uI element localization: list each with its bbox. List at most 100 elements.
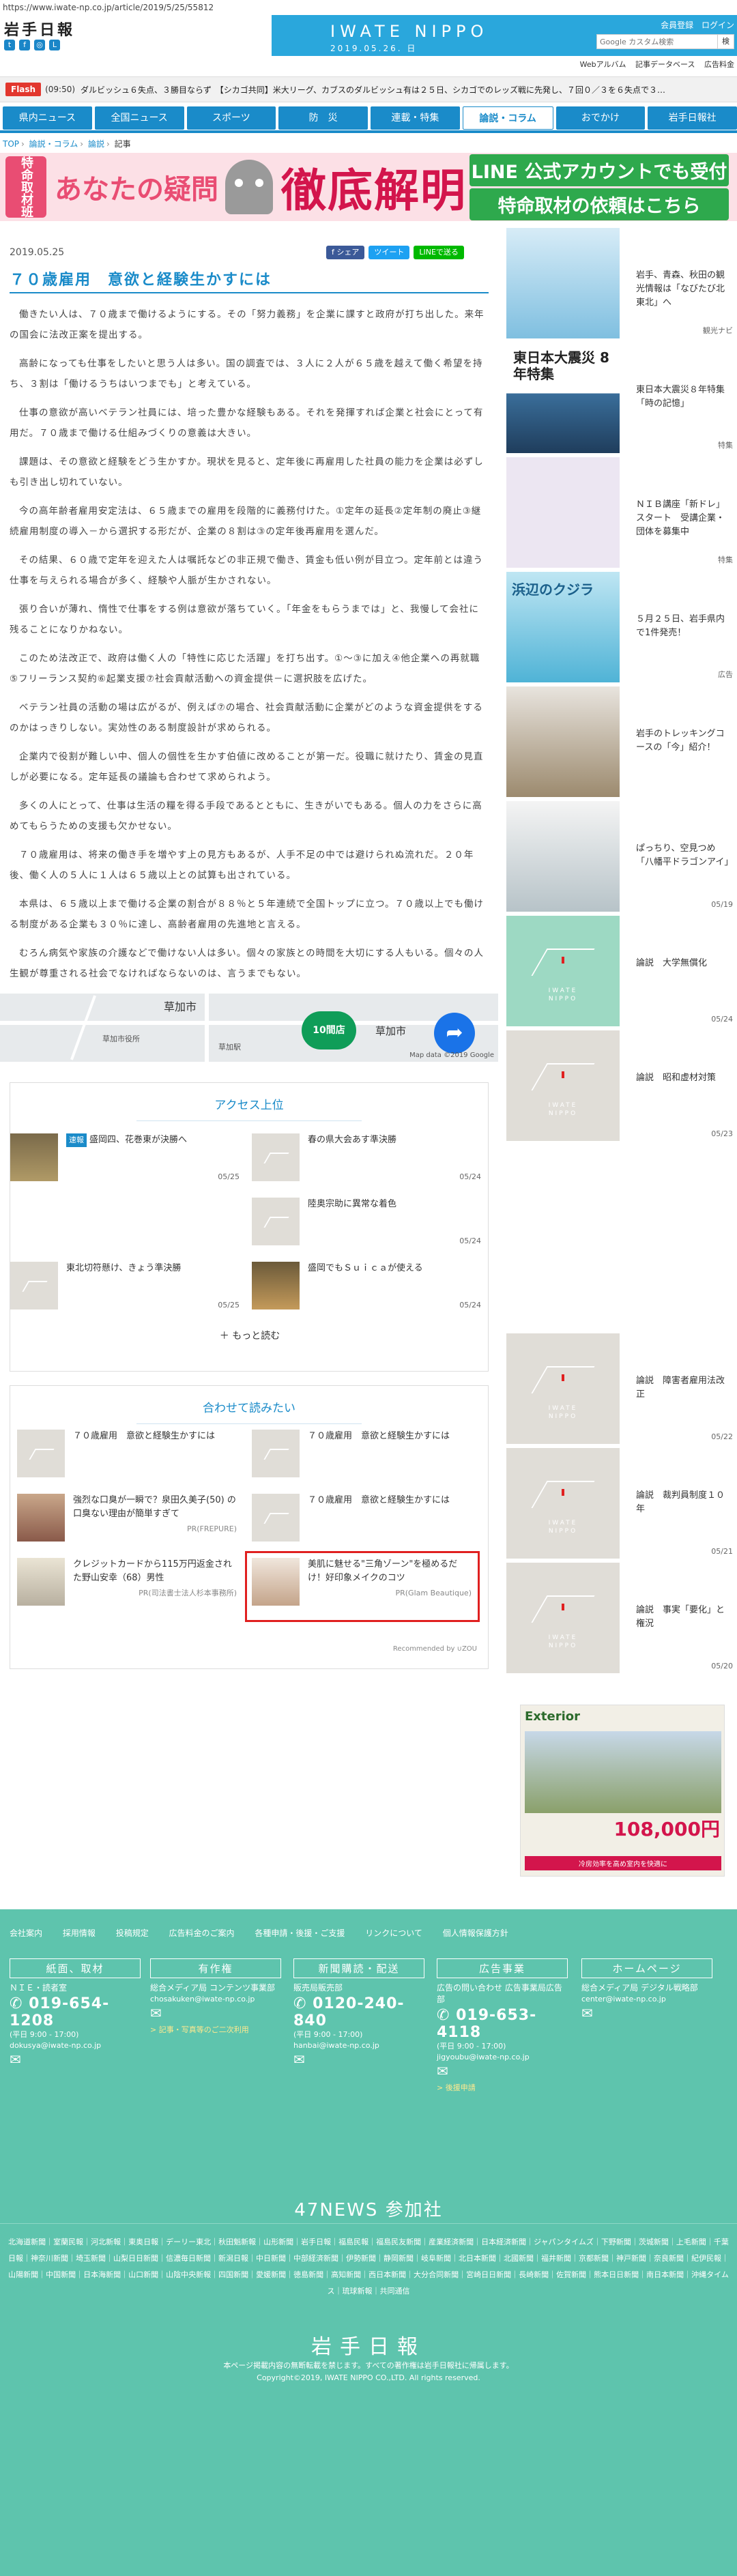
sidebar-item[interactable]: IWATE NIPPO 論説 裁判員制度１０年 05/21 xyxy=(506,1448,737,1559)
line-share-button[interactable]: LINEで送る xyxy=(414,246,464,259)
footer-link[interactable]: 採用情報 xyxy=(63,1928,96,1938)
nav-item-outing[interactable]: おでかけ xyxy=(555,106,646,130)
banner-line-text[interactable]: LINE 公式アカウントでも受付 xyxy=(469,154,729,186)
map-store-chip[interactable]: 10間店 xyxy=(302,1011,356,1050)
breadcrumb-top[interactable]: TOP xyxy=(3,139,19,149)
instagram-icon[interactable]: ◎ xyxy=(34,40,45,50)
recommend-text: 強烈な口臭が一瞬で？泉田久美子(50) の口臭ない理由が簡単すぎて xyxy=(73,1495,236,1519)
map-widget[interactable]: 草加市 草加市役所 草加駅 10間店 草加市 ➦ Map data ©2019 … xyxy=(0,994,498,1062)
mail-icon[interactable]: ✉ xyxy=(150,2005,281,2021)
recommend-item[interactable]: ７０歳雇用 意欲と経験生かすには xyxy=(252,1430,477,1488)
recommend-item[interactable]: ７０歳雇用 意欲と経験生かすには xyxy=(252,1494,477,1552)
recommend-item[interactable]: ７０歳雇用 意欲と経験生かすには xyxy=(17,1430,242,1488)
footer-link[interactable]: リンクについて xyxy=(365,1928,422,1938)
mail-icon[interactable]: ✉ xyxy=(581,2005,712,2021)
directions-icon[interactable]: ➦ xyxy=(434,1013,475,1054)
footer-col-link[interactable]: > 記事・写真等のご二次利用 xyxy=(150,2024,281,2035)
nav-item-editorial[interactable]: 論説・コラム xyxy=(462,106,553,130)
sidebar-item[interactable]: ＮＩＢ講座「新ドレ」スタート 受講企業・団体を募集中 特集 xyxy=(506,457,737,568)
sidebar-item[interactable]: IWATE NIPPO 論説 事実「要化」と権況 05/20 xyxy=(506,1563,737,1673)
footer-mail[interactable]: dokusya@iwate-np.co.jp xyxy=(10,2040,141,2051)
nav-item-national[interactable]: 全国ニュース xyxy=(94,106,184,130)
footer-link[interactable]: 会社案内 xyxy=(10,1928,42,1938)
nav-item-sports[interactable]: スポーツ xyxy=(186,106,276,130)
flash-text[interactable]: ダルビッシュ６失点、３勝目ならず 【シカゴ共同】米大リーグ、カブスのダルビッシュ… xyxy=(81,84,715,96)
sidebar-text: 論説 昭和虚材対策 xyxy=(636,1073,717,1083)
ranking-item[interactable]: 東北切符懸け、きょう準決勝 05/25 xyxy=(10,1262,240,1309)
footer-mail[interactable]: center@iwate-np.co.jp xyxy=(581,1994,712,2005)
util-link-database[interactable]: 記事データベース xyxy=(635,60,695,69)
access-ranking-panel: アクセス上位 速報 盛岡四、花巻東が決勝へ 05/25 春の県大会あす準決勝 05… xyxy=(10,1082,489,1372)
breadcrumb-editorial[interactable]: 論説・コラム xyxy=(29,139,78,149)
tweet-button[interactable]: ツイート xyxy=(369,246,410,259)
flash-time: (09:50) xyxy=(45,85,76,94)
recommend-credit[interactable]: Recommended by ∪ZOU xyxy=(393,1645,477,1653)
footer-logo[interactable]: 岩手日報 xyxy=(0,2330,737,2360)
more-link[interactable]: ＋ もっと読む xyxy=(10,1329,489,1342)
recommend-panel: 合わせて読みたい ７０歳雇用 意欲と経験生かすには ７０歳雇用 意欲と経験生かす… xyxy=(10,1385,489,1669)
mail-icon[interactable]: ✉ xyxy=(10,2051,141,2068)
login-link[interactable]: ログイン xyxy=(702,20,734,30)
recommend-title: 合わせて読みたい xyxy=(203,1402,295,1415)
member-register-link[interactable]: 会員登録 xyxy=(661,20,693,30)
footer-link[interactable]: 広告料金のご案内 xyxy=(169,1928,235,1938)
mail-icon[interactable]: ✉ xyxy=(293,2051,424,2068)
footer-mail[interactable]: jigyoubu@iwate-np.co.jp xyxy=(437,2052,568,2063)
sidebar-item[interactable]: IWATE NIPPO 論説 昭和虚材対策 05/23 xyxy=(506,1030,737,1141)
facebook-icon[interactable]: f xyxy=(19,40,30,50)
ranking-title: 春の県大会あす準決勝 xyxy=(308,1135,397,1145)
map-label: 草加市役所 xyxy=(102,1034,140,1043)
footer-col-link[interactable]: > 後援申請 xyxy=(437,2082,568,2093)
ranking-item[interactable]: 盛岡でもＳｕｉｃａが使える 05/24 xyxy=(252,1262,481,1309)
mail-icon[interactable]: ✉ xyxy=(437,2063,568,2079)
ranking-item[interactable]: 陸奥宗助に異常な着色 05/24 xyxy=(252,1198,481,1245)
util-link-album[interactable]: Webアルバム xyxy=(580,60,626,69)
recommend-item[interactable]: クレジットカードから115万円返金された野山安幸（68）男性 PR(司法書士法人杉… xyxy=(17,1558,242,1617)
recommend-item[interactable]: 美肌に魅せる"三角ゾーン"を極めるだけ！好印象メイクのコツ PR(Glam Bea… xyxy=(252,1558,477,1617)
sidebar-item[interactable]: IWATE NIPPO 論説 大学無償化 05/24 xyxy=(506,916,737,1026)
sidebar-item[interactable]: ぱっちり、空見つめ「八幡平ドラゴンアイ」 05/19 xyxy=(506,801,737,912)
sidebar-item[interactable]: IWATE NIPPO 論説 障害者雇用法改正 05/22 xyxy=(506,1333,737,1444)
sidebar-item[interactable]: 岩手のトレッキングコースの「今」紹介！ xyxy=(506,686,737,797)
line-icon[interactable]: L xyxy=(49,40,60,50)
search-button[interactable]: 検 xyxy=(718,34,734,49)
hero-logo[interactable]: IWATE NIPPO xyxy=(330,22,488,41)
banner-request-text[interactable]: 特命取材の依頼はこちら xyxy=(469,188,729,220)
recommend-item[interactable]: 強烈な口臭が一瞬で？泉田久美子(50) の口臭ない理由が簡単すぎて PR(FREP… xyxy=(17,1494,242,1552)
recommend-source: PR(司法書士法人杉本事務所) xyxy=(139,1589,237,1597)
footer-link[interactable]: 個人情報保護方針 xyxy=(443,1928,508,1938)
footer-mail[interactable]: hanbai@iwate-np.co.jp xyxy=(293,2040,424,2051)
article-paragraph: 本県は、６５歳以上まで働ける企業の割合が８８％と５年連続で全国トップに立つ。７０… xyxy=(10,899,484,930)
phone-icon: ✆ xyxy=(10,1995,29,2012)
news47-member-list[interactable]: 北海道新聞｜室蘭民報｜河北新報｜東奥日報｜デーリー東北｜秋田魁新報｜山形新聞｜岩… xyxy=(7,2234,730,2300)
article-paragraph: 高齢になっても仕事をしたいと思う人は多い。国の調査では、３人に２人が６５歳を越え… xyxy=(10,358,483,390)
sidebar-item[interactable]: 岩手、青森、秋田の観光情報は「なびたび北東北」へ 観光ナビ xyxy=(506,228,737,338)
tokumei-banner[interactable]: 特命取材班 あなたの疑問 徹底解明 LINE 公式アカウントでも受付 特命取材の… xyxy=(0,153,737,221)
nav-item-disaster[interactable]: 防 災 xyxy=(278,106,368,130)
search-input[interactable] xyxy=(596,34,718,49)
site-logo[interactable]: 岩手日報 xyxy=(4,18,75,40)
nav-item-series[interactable]: 連載・特集 xyxy=(371,106,460,130)
sidebar-item[interactable]: 東日本大震災 8年特集 東日本大震災８年特集「時の記憶」 特集 xyxy=(506,343,737,453)
breadcrumb-ronsetsu[interactable]: 論説 xyxy=(88,139,104,149)
nav-item-local[interactable]: 県内ニュース xyxy=(3,106,92,130)
phone-icon: ✆ xyxy=(437,2007,457,2024)
title-divider xyxy=(136,1120,362,1121)
footer-link[interactable]: 各種申請・後援・ご支援 xyxy=(255,1928,345,1938)
ranking-item[interactable]: 春の県大会あす準決勝 05/24 xyxy=(252,1133,481,1181)
sidebar-item[interactable]: 浜辺のクジラ ５月２５日、岩手県内で1件発売！ 広告 xyxy=(506,572,737,682)
exterior-ad[interactable]: Exterior 108,000円 冷房効率を高め室内を快適に xyxy=(520,1705,725,1877)
twitter-icon[interactable]: t xyxy=(4,40,15,50)
facebook-share-button[interactable]: f シェア xyxy=(326,246,365,259)
util-link-ads[interactable]: 広告料金 xyxy=(704,60,734,69)
footer-link[interactable]: 投稿規定 xyxy=(116,1928,149,1938)
footer-col-sub: 総合メディア局 デジタル戦略部 xyxy=(581,1983,698,1993)
footer-col-copyright: 有作権 総合メディア局 コンテンツ事業部 chosakuken@iwate-np… xyxy=(150,1958,281,2035)
nippo-logo-icon: IWATE NIPPO xyxy=(548,987,578,1002)
sidebar-date: 特集 xyxy=(718,441,733,450)
footer-mail[interactable]: chosakuken@iwate-np.co.jp xyxy=(150,1994,281,2005)
nav-item-company[interactable]: 岩手日報社 xyxy=(648,106,737,130)
sidebar-thumbnail xyxy=(506,457,620,568)
ranking-item[interactable]: 速報 盛岡四、花巻東が決勝へ 05/25 xyxy=(10,1133,240,1181)
footer-col-sub: 広告の問い合わせ 広告事業局広告部 xyxy=(437,1983,562,2004)
